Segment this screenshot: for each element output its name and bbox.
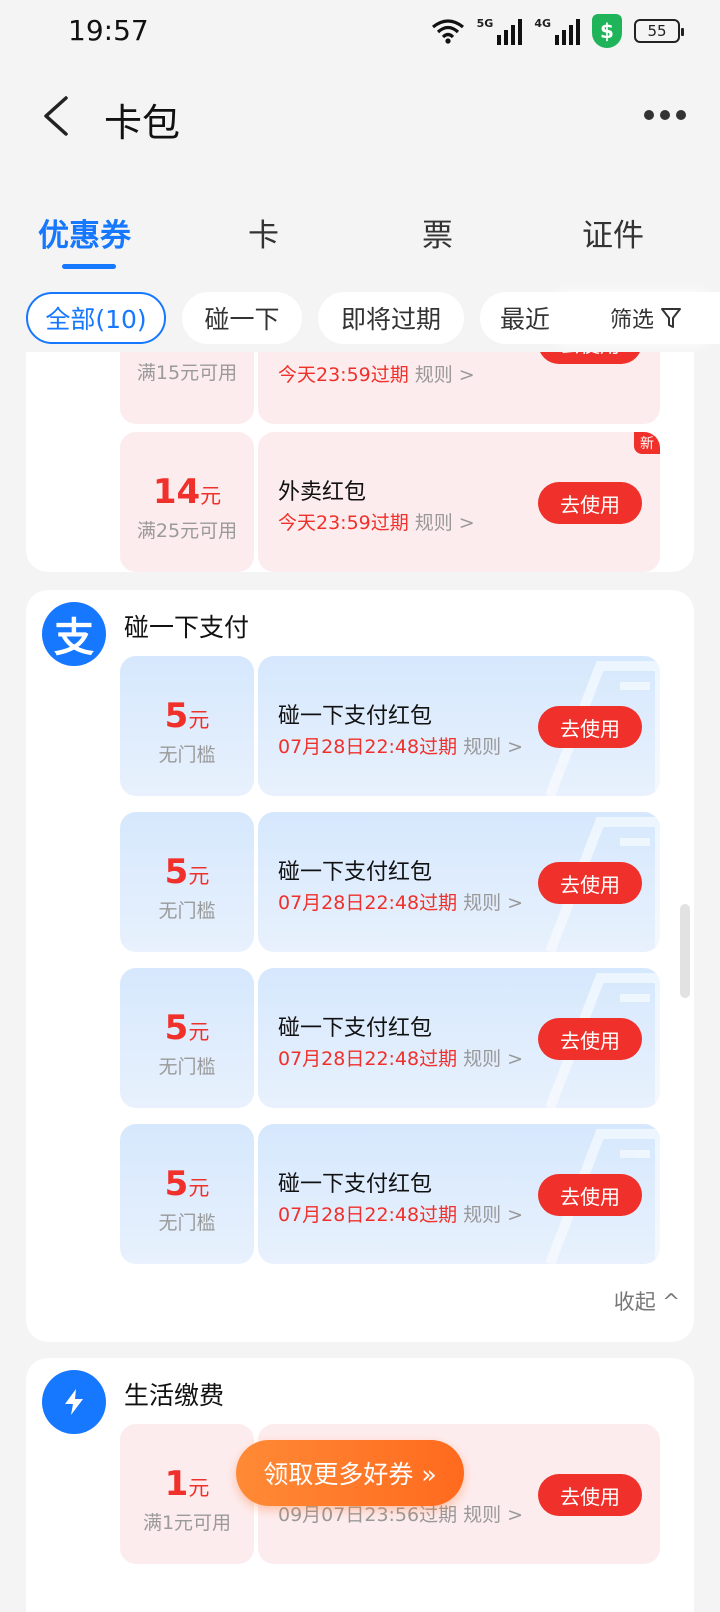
use-button[interactable]: 去使用 [538,1474,642,1516]
tab-coupons[interactable]: 优惠券 [38,210,131,255]
signal-5g-icon: 5G [477,17,523,45]
new-badge: 新 [634,432,660,454]
section-takeout: 今天23:59过期规则 > 去使用 12元 满15元可用 外卖红包 今天23:5… [26,352,694,572]
tab-cards[interactable]: 卡 [248,210,279,255]
scrollbar-thumb[interactable] [680,904,690,998]
section-title: 生活缴费 [124,1381,225,1410]
app-header: 卡包 [0,64,720,168]
filter-label: 筛选 [609,308,654,333]
tab-underline [62,264,116,269]
coupon-item: 碰一下支付红包 07月28日22:48过期 规则 > 去使用 5元 无门槛 [120,656,660,796]
status-bar: 19:57 5G 4G $ 55 [0,0,720,64]
battery-level: 55 [647,22,667,40]
tab-documents[interactable]: 证件 [582,210,644,255]
page-title: 卡包 [104,101,181,145]
chip-expiring[interactable]: 即将过期 [318,292,464,344]
coupon-item: 今天23:59过期规则 > 去使用 12元 满15元可用 [120,352,660,424]
use-button[interactable]: 去使用 [538,482,642,524]
rule-link[interactable]: 规则 > [415,512,475,534]
rule-link[interactable]: 规则 > [463,736,523,758]
rule-link[interactable]: 规则 > [463,1204,523,1226]
use-button[interactable]: 去使用 [538,1018,642,1060]
coupon-item: 碰一下支付红包 07月28日22:48过期 规则 > 去使用 5元 无门槛 [120,1124,660,1264]
chevron-left-icon[interactable] [38,94,78,138]
security-shield-icon: $ [592,14,622,48]
section-tap-pay: 支 碰一下支付 碰一下支付红包 07月28日22:48过期 规则 > 去使用 5元… [26,590,694,1342]
coupon-list[interactable]: 今天23:59过期规则 > 去使用 12元 满15元可用 外卖红包 今天23:5… [0,352,720,1612]
rule-link[interactable]: 规则 > [463,1048,523,1070]
tab-bar: 优惠券 卡 票 证件 [0,180,720,270]
use-button[interactable]: 去使用 [538,706,642,748]
rule-link[interactable]: 规则 > [463,892,523,914]
rule-link[interactable]: 规则 > [415,364,475,386]
lightning-icon [42,1370,106,1434]
coupon-item: 碰一下支付红包 07月28日22:48过期 规则 > 去使用 5元 无门槛 [120,812,660,952]
wifi-icon [431,19,464,44]
alipay-icon: 支 [42,602,106,666]
funnel-icon [661,308,681,328]
chip-tap[interactable]: 碰一下 [182,292,302,344]
battery-icon: 55 [634,19,684,43]
tab-tickets[interactable]: 票 [422,210,453,255]
coupon-item: 外卖红包 今天23:59过期 规则 > 去使用 新 14元 满25元可用 [120,432,660,572]
claim-more-coupons-button[interactable]: 领取更多好券 » [236,1440,464,1506]
section-title: 碰一下支付 [124,613,250,642]
ellipsis-icon[interactable] [644,110,686,120]
status-icons: 5G 4G $ 55 [431,14,684,48]
collapse-link[interactable]: 收起 ^ [614,1286,680,1316]
rule-link[interactable]: 规则 > [463,1504,523,1526]
coupon-item: 碰一下支付红包 07月28日22:48过期 规则 > 去使用 5元 无门槛 [120,968,660,1108]
use-button[interactable]: 去使用 [538,1174,642,1216]
signal-4g-icon: 4G [534,17,580,45]
status-time: 19:57 [68,14,149,47]
use-button[interactable]: 去使用 [538,352,642,364]
use-button[interactable]: 去使用 [538,862,642,904]
chip-all[interactable]: 全部(10) [26,292,166,344]
filter-button[interactable]: 筛选 [572,292,720,344]
